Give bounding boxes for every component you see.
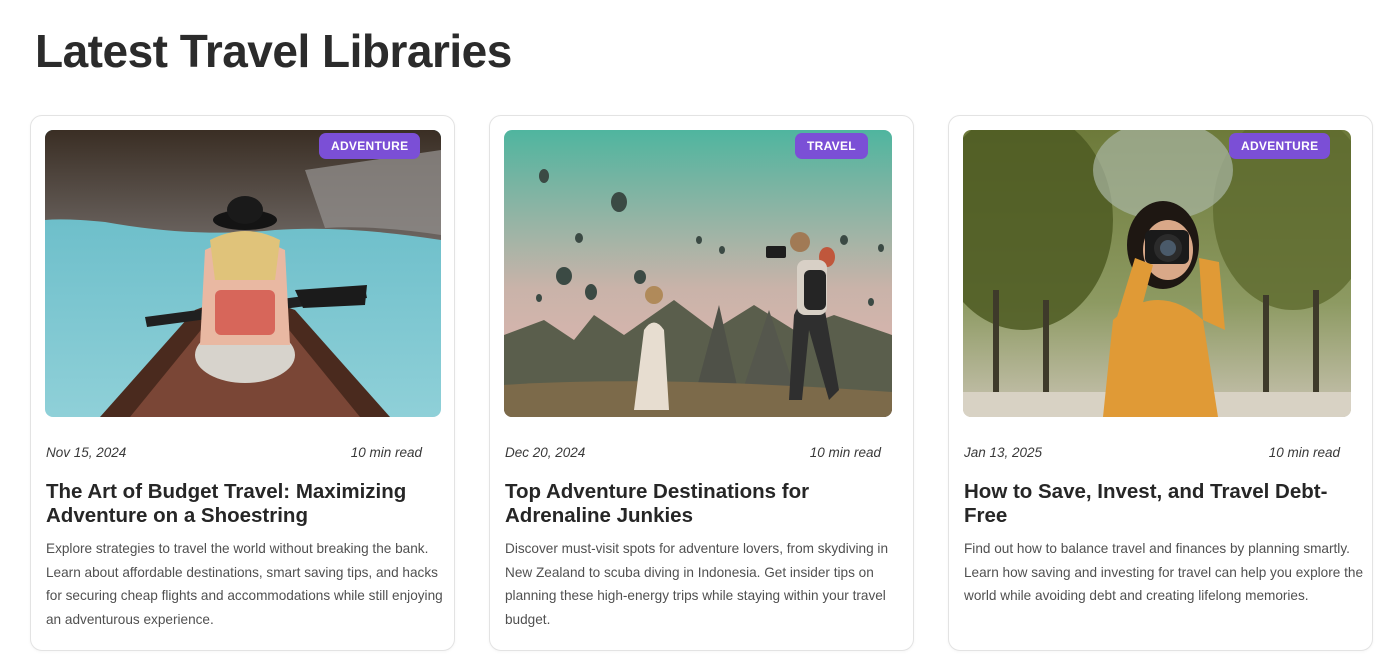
publish-date: Nov 15, 2024 bbox=[46, 445, 127, 460]
publish-date: Dec 20, 2024 bbox=[505, 445, 586, 460]
read-time: 10 min read bbox=[1268, 445, 1340, 460]
article-title[interactable]: Top Adventure Destinations for Adrenalin… bbox=[505, 480, 885, 528]
article-title[interactable]: How to Save, Invest, and Travel Debt-Fre… bbox=[964, 480, 1344, 528]
canoe-lake-illustration bbox=[45, 130, 441, 417]
article-description: Find out how to balance travel and finan… bbox=[964, 541, 1363, 604]
read-time: 10 min read bbox=[809, 445, 881, 460]
article-card-budget-travel[interactable]: ADVENTURE Nov 15, 2024 10 min read The A… bbox=[30, 115, 455, 651]
article-description: Discover must-visit spots for adventure … bbox=[505, 541, 889, 628]
publish-date: Jan 13, 2025 bbox=[964, 445, 1043, 460]
article-title[interactable]: The Art of Budget Travel: Maximizing Adv… bbox=[46, 480, 426, 528]
article-card-adventure-destinations[interactable]: TRAVEL Dec 20, 2024 10 min read Top Adve… bbox=[489, 115, 914, 651]
hot-air-balloons-illustration bbox=[504, 130, 892, 417]
article-image-photographer[interactable] bbox=[963, 130, 1351, 417]
photographer-illustration bbox=[963, 130, 1351, 417]
read-time: 10 min read bbox=[350, 445, 422, 460]
article-image-balloons[interactable] bbox=[504, 130, 892, 417]
article-card-debt-free[interactable]: ADVENTURE Jan 13, 2025 10 min read How t… bbox=[948, 115, 1373, 651]
category-badge[interactable]: ADVENTURE bbox=[1229, 133, 1331, 159]
page-title: Latest Travel Libraries bbox=[35, 25, 512, 77]
category-badge[interactable]: TRAVEL bbox=[795, 133, 868, 159]
category-badge[interactable]: ADVENTURE bbox=[319, 133, 421, 159]
article-image-canoe-lake[interactable] bbox=[45, 130, 441, 417]
article-description: Explore strategies to travel the world w… bbox=[46, 541, 443, 628]
